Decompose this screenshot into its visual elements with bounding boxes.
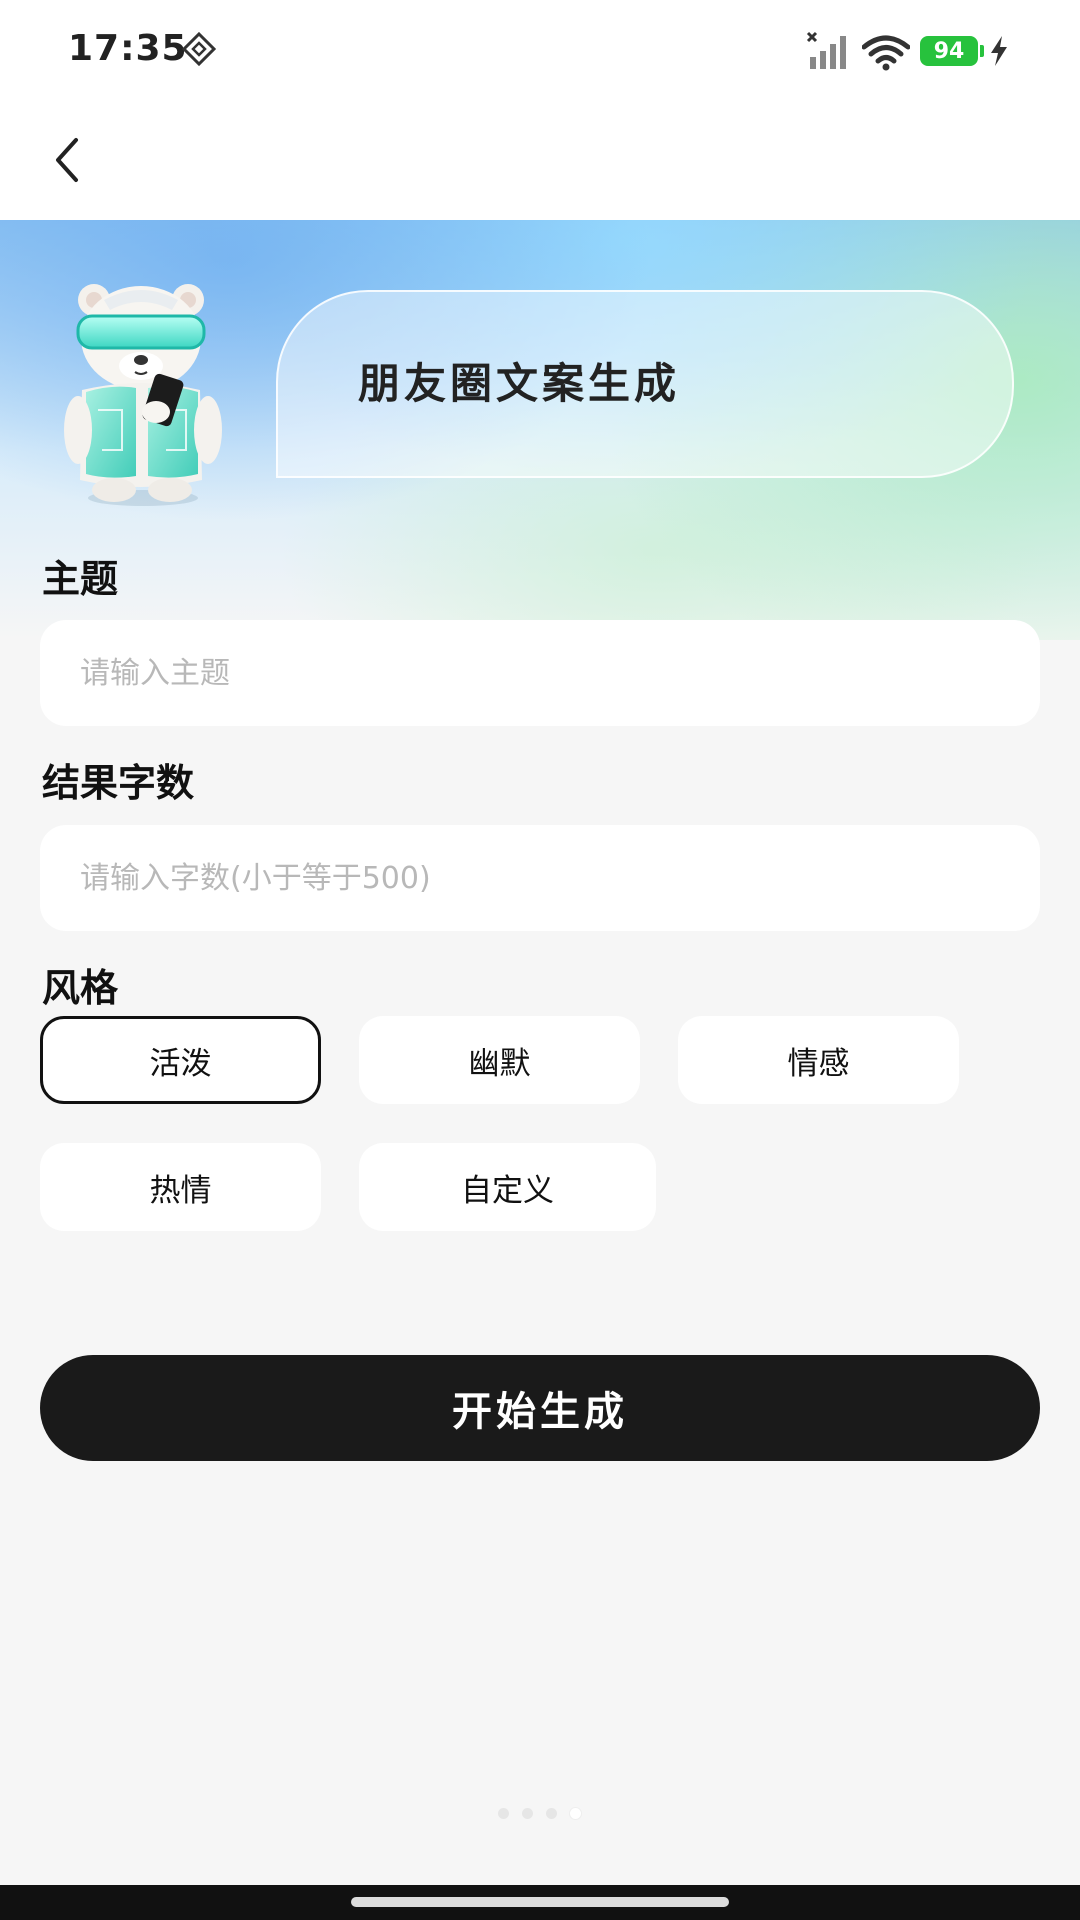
style-option-lively[interactable]: 活泼	[40, 1016, 321, 1104]
back-button[interactable]	[38, 130, 98, 190]
polar-bear-mascot	[64, 284, 222, 506]
word-count-input[interactable]	[40, 825, 1040, 931]
nfc-diamond-icon	[182, 32, 216, 66]
style-option-emotional[interactable]: 情感	[678, 1016, 959, 1104]
style-option-label: 自定义	[461, 1172, 554, 1209]
pager-dots	[498, 1808, 581, 1819]
start-generate-button[interactable]: 开始生成	[40, 1355, 1040, 1461]
style-option-label: 情感	[787, 1045, 850, 1082]
style-label: 风格	[42, 966, 119, 1010]
start-generate-label: 开始生成	[452, 1389, 628, 1435]
page-title: 朋友圈文案生成	[358, 359, 681, 408]
style-option-label: 幽默	[468, 1045, 531, 1082]
pager-dot	[522, 1808, 533, 1819]
topic-label: 主题	[42, 557, 119, 601]
word-count-label: 结果字数	[42, 761, 195, 805]
battery-level: 94	[933, 38, 965, 64]
signal-icon	[806, 31, 846, 69]
system-navigation-bar	[0, 1885, 1080, 1920]
status-time: 17:35	[68, 28, 188, 69]
charging-bolt-icon	[991, 36, 1007, 66]
style-option-label: 活泼	[149, 1045, 212, 1082]
pager-dot	[546, 1808, 557, 1819]
status-icons: 94	[804, 26, 1010, 76]
pager-dot-active	[570, 1808, 581, 1819]
nav-bar	[0, 100, 1080, 220]
style-option-humor[interactable]: 幽默	[359, 1016, 640, 1104]
battery-icon: 94	[920, 36, 984, 66]
topic-input[interactable]	[40, 620, 1040, 726]
wifi-icon	[862, 35, 910, 71]
pager-dot	[498, 1808, 509, 1819]
style-option-custom[interactable]: 自定义	[359, 1143, 656, 1231]
status-bar: 17:35 94	[0, 0, 1080, 100]
chevron-left-icon	[56, 138, 78, 182]
home-indicator[interactable]	[351, 1897, 729, 1907]
style-option-label: 热情	[149, 1172, 212, 1209]
style-option-passionate[interactable]: 热情	[40, 1143, 321, 1231]
title-bubble: 朋友圈文案生成	[276, 290, 1014, 478]
